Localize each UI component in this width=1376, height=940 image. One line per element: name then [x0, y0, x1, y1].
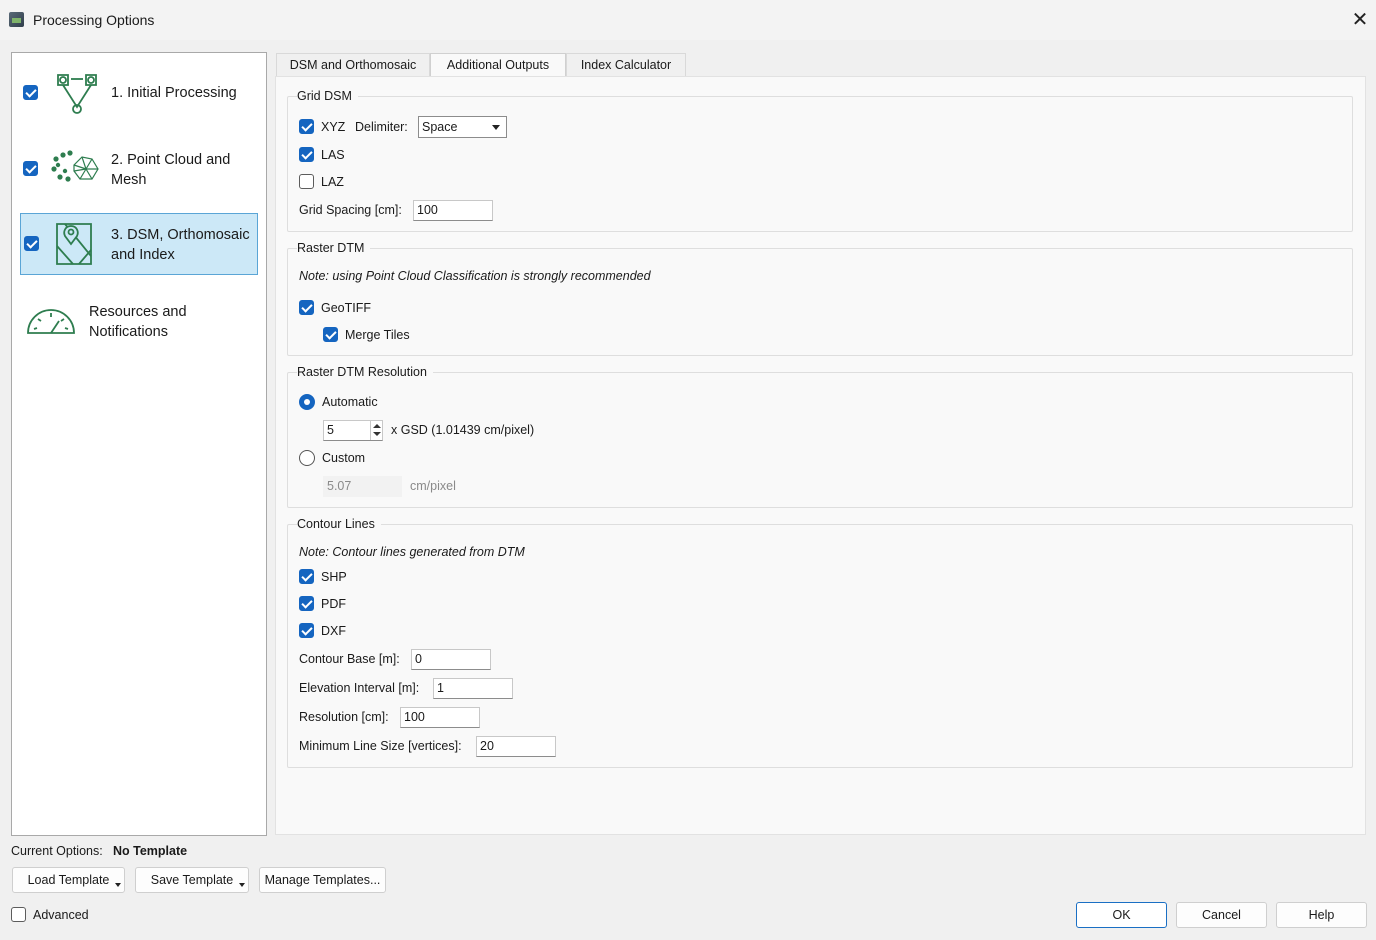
xyz-checkbox[interactable] — [299, 119, 314, 134]
sidebar-item-resources[interactable]: Resources and Notifications — [20, 289, 258, 351]
tab-additional-outputs[interactable]: Additional Outputs — [430, 53, 566, 77]
elevation-interval-input[interactable]: 1 — [433, 678, 513, 699]
resolution-input[interactable]: 100 — [400, 707, 480, 728]
tab-index-calculator[interactable]: Index Calculator — [566, 53, 686, 76]
contour-lines-title: Contour Lines — [297, 517, 381, 531]
pdf-label: PDF — [321, 597, 346, 611]
raster-dtm-group — [287, 248, 1353, 356]
shp-label: SHP — [321, 570, 347, 584]
merge-tiles-checkbox[interactable] — [323, 327, 338, 342]
tab-dsm-orthomosaic[interactable]: DSM and Orthomosaic — [276, 53, 430, 76]
custom-resolution-input[interactable]: 5.07 — [323, 476, 402, 497]
point-cloud-icon — [51, 150, 99, 182]
load-template-button[interactable]: Load Template — [12, 867, 125, 893]
laz-checkbox[interactable] — [299, 174, 314, 189]
dsm-map-icon — [56, 223, 92, 265]
merge-tiles-label: Merge Tiles — [345, 328, 410, 342]
contour-lines-group — [287, 524, 1353, 768]
raster-resolution-title: Raster DTM Resolution — [297, 365, 433, 379]
min-line-size-input[interactable]: 20 — [476, 736, 556, 757]
grid-spacing-input[interactable]: 100 — [413, 200, 493, 221]
sidebar-item-label: Notifications — [89, 324, 168, 340]
sidebar-item-label: 1. Initial Processing — [111, 85, 237, 101]
grid-spacing-label: Grid Spacing [cm]: — [299, 203, 402, 217]
cancel-button[interactable]: Cancel — [1176, 902, 1267, 928]
chevron-down-icon — [239, 883, 245, 887]
current-options-value: No Template — [113, 844, 188, 858]
sidebar-item-point-cloud[interactable]: 2. Point Cloud and Mesh — [20, 137, 258, 199]
app-icon — [9, 12, 24, 27]
las-checkbox[interactable] — [299, 147, 314, 162]
sidebar-item-dsm-orthomosaic[interactable]: 3. DSM, Orthomosaic and Index — [20, 213, 258, 275]
resolution-label: Resolution [cm]: — [299, 710, 389, 724]
sidebar-item-initial-processing[interactable]: 1. Initial Processing — [20, 61, 258, 123]
geotiff-checkbox[interactable] — [299, 300, 314, 315]
custom-unit-label: cm/pixel — [410, 479, 456, 493]
delimiter-label: Delimiter: — [355, 120, 408, 134]
gsd-multiplier-spinbox[interactable]: 5 — [323, 420, 383, 441]
custom-radio[interactable] — [299, 450, 315, 466]
gauge-icon — [27, 309, 75, 334]
delimiter-value: Space — [422, 120, 458, 134]
current-options-label: Current Options: — [11, 844, 103, 858]
pdf-checkbox[interactable] — [299, 596, 314, 611]
sidebar-item-label: 3. DSM, Orthomosaic — [111, 227, 250, 243]
grid-dsm-title: Grid DSM — [297, 89, 358, 103]
help-button[interactable]: Help — [1276, 902, 1367, 928]
contour-base-label: Contour Base [m]: — [299, 652, 400, 666]
sidebar-item-label: Resources and — [89, 304, 187, 320]
initial-processing-checkbox[interactable] — [23, 85, 38, 100]
spin-arrows-icon[interactable] — [370, 421, 382, 440]
sidebar-item-label: 2. Point Cloud and — [111, 152, 231, 168]
elevation-interval-label: Elevation Interval [m]: — [299, 681, 420, 695]
xyz-label: XYZ — [321, 120, 346, 134]
title-bar: Processing Options ✕ — [0, 0, 1376, 40]
gsd-multiplier-value: 5 — [327, 423, 334, 437]
manage-templates-button[interactable]: Manage Templates... — [259, 867, 386, 893]
automatic-label: Automatic — [322, 395, 378, 409]
dsm-orthomosaic-checkbox[interactable] — [24, 236, 39, 251]
min-line-size-label: Minimum Line Size [vertices]: — [299, 739, 462, 753]
las-label: LAS — [321, 148, 345, 162]
contour-base-input[interactable]: 0 — [411, 649, 491, 670]
point-cloud-checkbox[interactable] — [23, 161, 38, 176]
save-template-label: Save Template — [150, 873, 234, 887]
advanced-checkbox[interactable] — [11, 907, 26, 922]
delimiter-select[interactable]: Space — [418, 116, 507, 138]
geotiff-label: GeoTIFF — [321, 301, 372, 315]
dxf-label: DXF — [321, 624, 346, 638]
chevron-down-icon — [115, 883, 121, 887]
chevron-down-icon — [492, 125, 500, 130]
sidebar-item-label: and Index — [111, 247, 175, 263]
raster-dtm-title: Raster DTM — [297, 241, 371, 255]
save-template-button[interactable]: Save Template — [135, 867, 249, 893]
options-sidebar: 1. Initial Processing 2. Point Cloud and… — [11, 52, 267, 836]
custom-label: Custom — [322, 451, 366, 465]
sidebar-item-label: Mesh — [111, 172, 147, 188]
contour-note: Note: Contour lines generated from DTM — [299, 545, 525, 559]
initial-processing-icon — [57, 74, 97, 114]
laz-label: LAZ — [321, 175, 344, 189]
close-button[interactable]: ✕ — [1346, 6, 1374, 34]
window-title: Processing Options — [33, 12, 155, 28]
shp-checkbox[interactable] — [299, 569, 314, 584]
gsd-label: x GSD (1.01439 cm/pixel) — [391, 423, 535, 437]
raster-dtm-note: Note: using Point Cloud Classification i… — [299, 269, 651, 283]
advanced-label: Advanced — [33, 908, 89, 922]
dxf-checkbox[interactable] — [299, 623, 314, 638]
automatic-radio[interactable] — [299, 394, 315, 410]
ok-button[interactable]: OK — [1076, 902, 1167, 928]
load-template-label: Load Template — [27, 873, 110, 887]
